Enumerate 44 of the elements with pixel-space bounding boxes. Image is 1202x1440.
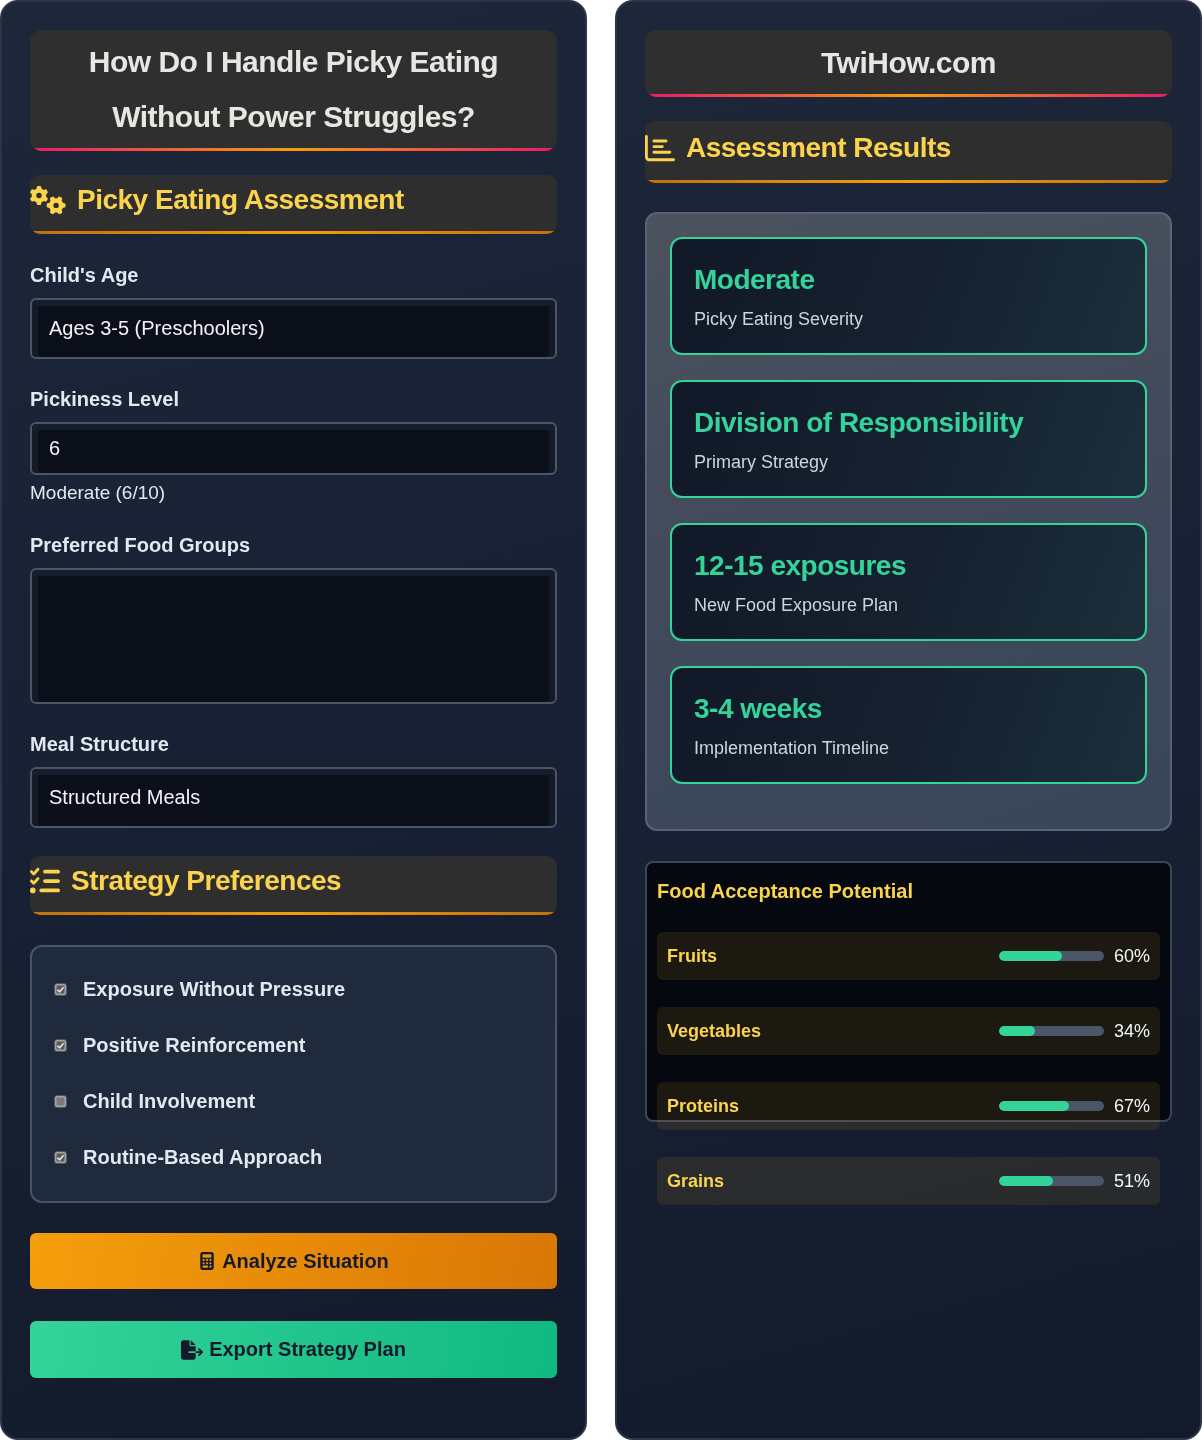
option-label[interactable]: Exposure Without Pressure [83, 978, 346, 1002]
option-label[interactable]: Positive Reinforcement [83, 1034, 306, 1058]
calculator-icon [198, 1252, 217, 1271]
bar-chart-icon [645, 133, 675, 163]
number-input[interactable]: 6 [30, 421, 557, 475]
multi-select-field[interactable] [30, 567, 557, 704]
checkbox[interactable] [54, 1095, 67, 1109]
option-label[interactable]: Child Involvement [83, 1090, 256, 1114]
field-label: Preferred Food Groups [30, 532, 251, 557]
checkbox[interactable] [54, 983, 67, 997]
analyze-button[interactable]: Analyze Situation [30, 1232, 557, 1290]
food-name: Fruits [667, 945, 717, 967]
food-name: Proteins [667, 1095, 740, 1117]
export-button[interactable]: Export Strategy Plan [30, 1321, 557, 1378]
result-label: Primary Strategy [694, 451, 829, 474]
result-value: Division of Responsibility [694, 406, 1024, 440]
field-label: Pickiness Level [30, 386, 179, 411]
field-label: Child's Age [30, 262, 139, 287]
field-label: Meal Structure [30, 731, 169, 756]
card-title: Food Acceptance Potential [657, 879, 913, 903]
option-label[interactable]: Routine-Based Approach [83, 1146, 323, 1170]
result-value: 3-4 weeks [694, 692, 822, 726]
food-name: Grains [667, 1170, 725, 1192]
file-arrow-icon [181, 1338, 204, 1361]
result-label: Picky Eating Severity [694, 308, 864, 331]
result-label: Implementation Timeline [694, 737, 890, 760]
result-value: Moderate [694, 263, 815, 297]
section-title: Picky Eating Assessment [77, 183, 404, 218]
page-title: How Do I Handle Picky Eating Without Power Struggles? [87, 44, 500, 135]
level-note: Moderate (6/10) [30, 480, 166, 505]
site-title: TwiHow.com [821, 44, 996, 81]
section-title: Strategy Preferences [71, 864, 342, 899]
select-field[interactable]: Ages 3-5 (Preschoolers) [30, 297, 557, 359]
checkbox[interactable] [54, 1039, 67, 1053]
result-label: New Food Exposure Plan [694, 594, 899, 617]
percent-value: 34% [1113, 1020, 1150, 1042]
checkbox[interactable] [54, 1151, 67, 1165]
food-name: Vegetables [667, 1020, 762, 1042]
section-title: Assessment Results [686, 131, 951, 165]
percent-value: 60% [1113, 945, 1150, 967]
select-field[interactable]: Structured Meals [30, 766, 557, 828]
result-value: 12-15 exposures [694, 549, 906, 583]
percent-value: 51% [1113, 1170, 1150, 1192]
percent-value: 67% [1113, 1095, 1150, 1117]
